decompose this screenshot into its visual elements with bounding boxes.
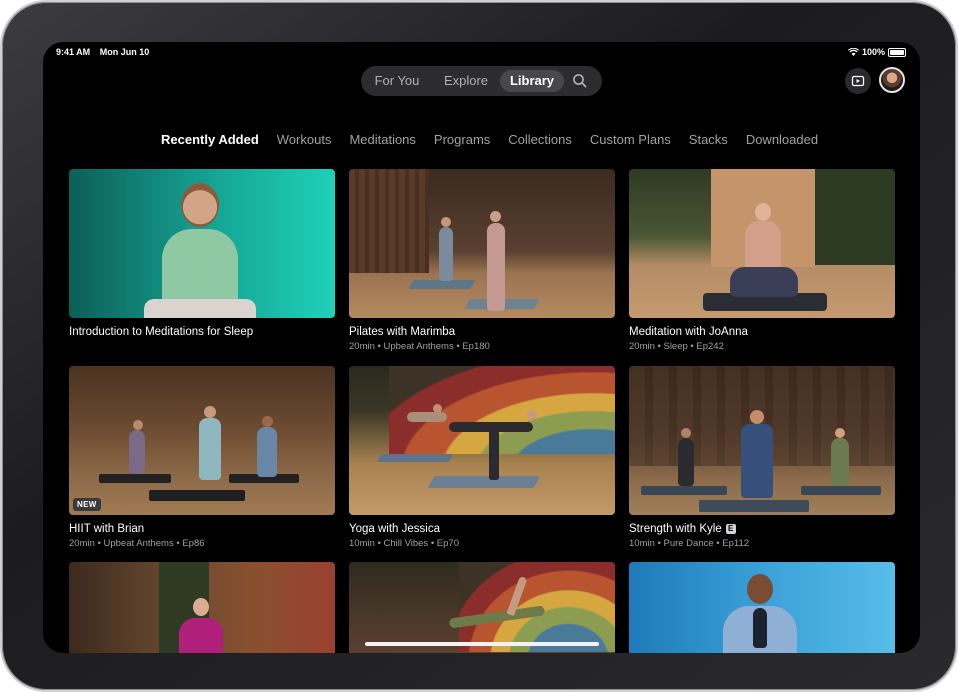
card-pilates-marimba[interactable]: Pilates with Marimba 20min • Upbeat Anth… bbox=[349, 169, 615, 352]
card-meditation-joanna[interactable]: Meditation with JoAnna 20min • Sleep • E… bbox=[629, 169, 895, 352]
card-thumbnail bbox=[349, 366, 615, 515]
card-thumbnail: NEW bbox=[69, 366, 335, 515]
search-icon[interactable] bbox=[571, 72, 589, 90]
card-thumbnail bbox=[629, 562, 895, 653]
battery-percent: 100% bbox=[861, 47, 885, 57]
category-recently-added[interactable]: Recently Added bbox=[161, 132, 259, 147]
explicit-badge: E bbox=[725, 524, 736, 534]
app-screen: 9:41 AM Mon Jun 10 100% For You Explore … bbox=[43, 42, 920, 653]
card-row3-3[interactable] bbox=[629, 562, 895, 653]
card-title: Strength with Kyle E bbox=[629, 523, 895, 535]
category-workouts[interactable]: Workouts bbox=[277, 132, 332, 147]
card-row3-2[interactable] bbox=[349, 562, 615, 653]
card-thumbnail bbox=[69, 169, 335, 318]
card-meta: 10min • Chill Vibes • Ep70 bbox=[349, 538, 459, 549]
card-thumbnail bbox=[349, 169, 615, 318]
category-stacks[interactable]: Stacks bbox=[689, 132, 728, 147]
card-title-text: Strength with Kyle bbox=[629, 523, 722, 535]
category-collections[interactable]: Collections bbox=[508, 132, 572, 147]
card-meta: 20min • Sleep • Ep242 bbox=[629, 341, 724, 352]
tv-icon bbox=[851, 75, 865, 87]
card-thumbnail bbox=[629, 366, 895, 515]
card-title: Yoga with Jessica bbox=[349, 523, 440, 535]
card-meta: 10min • Pure Dance • Ep112 bbox=[629, 538, 750, 549]
tab-for-you[interactable]: For You bbox=[367, 70, 427, 92]
card-row3-1[interactable] bbox=[69, 562, 335, 653]
category-custom-plans[interactable]: Custom Plans bbox=[590, 132, 671, 147]
card-hiit-brian[interactable]: NEW HIIT with Brian 20min • Upbeat Anthe… bbox=[69, 366, 335, 549]
home-indicator[interactable] bbox=[365, 642, 599, 646]
ipad-frame: 9:41 AM Mon Jun 10 100% For You Explore … bbox=[2, 2, 956, 690]
card-thumbnail bbox=[69, 562, 335, 653]
card-title: Pilates with Marimba bbox=[349, 326, 456, 338]
card-yoga-jessica[interactable]: Yoga with Jessica 10min • Chill Vibes • … bbox=[349, 366, 615, 549]
category-downloaded[interactable]: Downloaded bbox=[746, 132, 818, 147]
card-intro-meditations[interactable]: Introduction to Meditations for Sleep bbox=[69, 169, 335, 338]
new-badge: NEW bbox=[73, 498, 101, 511]
wifi-icon bbox=[847, 48, 859, 56]
card-strength-kyle[interactable]: Strength with Kyle E 10min • Pure Dance … bbox=[629, 366, 895, 549]
card-meta: 20min • Upbeat Anthems • Ep180 bbox=[349, 341, 490, 352]
category-meditations[interactable]: Meditations bbox=[349, 132, 415, 147]
category-nav: Recently Added Workouts Meditations Prog… bbox=[161, 132, 836, 147]
tv-button[interactable] bbox=[845, 68, 871, 94]
status-bar: 9:41 AM Mon Jun 10 bbox=[56, 47, 149, 57]
category-programs[interactable]: Programs bbox=[434, 132, 490, 147]
tab-library[interactable]: Library bbox=[500, 70, 564, 92]
status-time: 9:41 AM bbox=[56, 47, 91, 57]
card-title: Meditation with JoAnna bbox=[629, 326, 748, 338]
card-thumbnail bbox=[629, 169, 895, 318]
status-date: Mon Jun 10 bbox=[99, 47, 150, 57]
card-meta: 20min • Upbeat Anthems • Ep86 bbox=[69, 538, 205, 549]
card-thumbnail bbox=[349, 562, 615, 653]
status-indicators: 100% bbox=[847, 47, 906, 57]
card-title: HIIT with Brian bbox=[69, 523, 145, 535]
card-title: Introduction to Meditations for Sleep bbox=[69, 326, 254, 338]
tab-explore[interactable]: Explore bbox=[435, 70, 497, 92]
top-segmented-control: For You Explore Library bbox=[361, 66, 602, 96]
avatar[interactable] bbox=[879, 67, 905, 93]
battery-icon bbox=[888, 47, 906, 57]
